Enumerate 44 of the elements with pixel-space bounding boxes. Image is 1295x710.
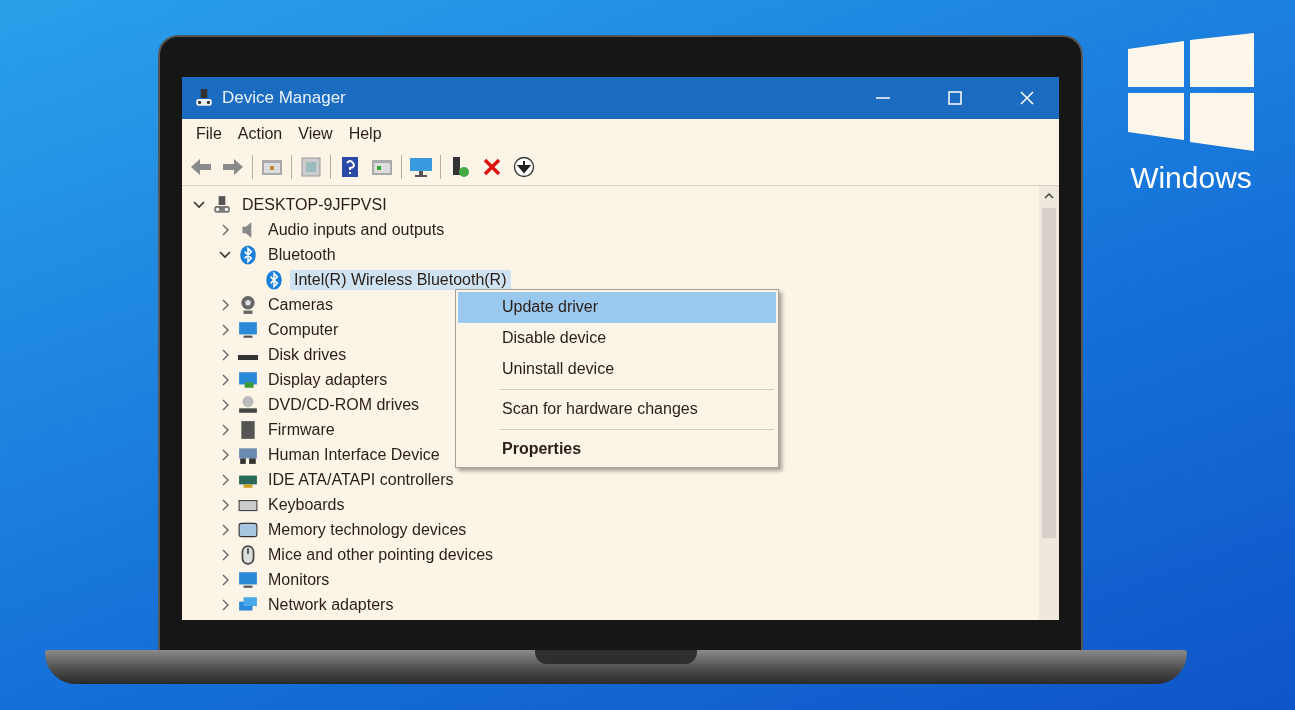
bluetooth-icon (264, 269, 284, 290)
optical-drive-icon (238, 394, 258, 415)
menu-item[interactable]: Action (231, 123, 289, 145)
tree-item[interactable]: Network adapters (264, 594, 398, 615)
menu-item[interactable]: Uninstall device (458, 354, 776, 385)
menu-item[interactable]: Help (342, 123, 388, 145)
tree-item[interactable]: Audio inputs and outputs (264, 219, 449, 240)
tree-item[interactable]: Keyboards (264, 494, 349, 515)
logo-text: Windows (1130, 161, 1252, 195)
computer-icon (194, 88, 214, 108)
tree-item[interactable]: Bluetooth (264, 244, 340, 265)
monitor-icon (238, 569, 258, 590)
tree-item[interactable]: Monitors (264, 569, 334, 590)
bluetooth-icon (238, 244, 258, 265)
menu-item[interactable]: Update driver (458, 292, 776, 323)
monitor-icon (238, 319, 258, 340)
computer-icon (212, 194, 232, 215)
menu-item[interactable]: View (292, 123, 339, 145)
tree-item[interactable]: IDE ATA/ATAPI controllers (264, 469, 458, 490)
menu-item[interactable]: Disable device (458, 323, 776, 354)
tree-item[interactable]: Disk drives (264, 344, 351, 365)
tree-item[interactable]: Firmware (264, 419, 339, 440)
tree-item[interactable]: Display adapters (264, 369, 392, 390)
tree-item[interactable]: Human Interface Device (264, 444, 444, 465)
scrollbar[interactable] (1039, 186, 1059, 620)
tree-item[interactable]: Computer (264, 319, 343, 340)
menu-item[interactable]: Properties (458, 434, 776, 465)
maximize-icon (948, 91, 962, 105)
tree-item[interactable]: Intel(R) Wireless Bluetooth(R) (290, 269, 511, 290)
menu-item[interactable]: Scan for hardware changes (458, 394, 776, 425)
tree-item[interactable]: Mice and other pointing devices (264, 544, 498, 565)
tree-item[interactable]: DVD/CD-ROM drives (264, 394, 424, 415)
download-icon[interactable] (511, 154, 537, 180)
tree-item[interactable]: DESKTOP-9JFPVSI (238, 194, 391, 215)
webcam-icon (238, 294, 258, 315)
tree-item[interactable]: Memory technology devices (264, 519, 471, 540)
tree-item[interactable]: Cameras (264, 294, 337, 315)
menu-item[interactable]: File (190, 123, 228, 145)
chip-icon (238, 419, 258, 440)
disk-drive-icon (238, 355, 258, 360)
display-adapter-icon (238, 369, 258, 390)
windows-logo-icon (1128, 33, 1254, 151)
window-title: Device Manager (222, 88, 347, 108)
close-icon (1020, 91, 1034, 105)
